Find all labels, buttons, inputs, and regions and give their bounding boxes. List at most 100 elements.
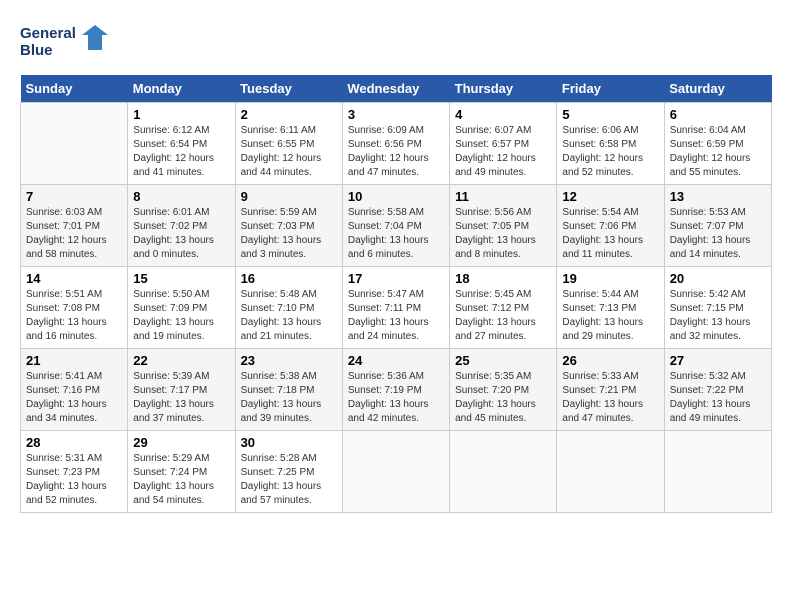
- day-info: Sunrise: 6:07 AMSunset: 6:57 PMDaylight:…: [455, 124, 551, 180]
- svg-text:Blue: Blue: [20, 42, 53, 59]
- day-number: 9: [241, 189, 337, 204]
- calendar-cell: 13 Sunrise: 5:53 AMSunset: 7:07 PMDaylig…: [664, 185, 771, 267]
- day-info: Sunrise: 6:09 AMSunset: 6:56 PMDaylight:…: [348, 124, 444, 180]
- day-number: 12: [562, 189, 658, 204]
- day-number: 7: [26, 189, 122, 204]
- day-number: 6: [670, 107, 766, 122]
- day-info: Sunrise: 5:53 AMSunset: 7:07 PMDaylight:…: [670, 206, 766, 262]
- day-number: 10: [348, 189, 444, 204]
- calendar-cell: [557, 431, 664, 513]
- calendar-cell: 4 Sunrise: 6:07 AMSunset: 6:57 PMDayligh…: [450, 103, 557, 185]
- day-number: 25: [455, 353, 551, 368]
- day-number: 16: [241, 271, 337, 286]
- day-info: Sunrise: 5:31 AMSunset: 7:23 PMDaylight:…: [26, 452, 122, 508]
- calendar-cell: 21 Sunrise: 5:41 AMSunset: 7:16 PMDaylig…: [21, 349, 128, 431]
- calendar-cell: 7 Sunrise: 6:03 AMSunset: 7:01 PMDayligh…: [21, 185, 128, 267]
- day-number: 29: [133, 435, 229, 450]
- day-info: Sunrise: 5:38 AMSunset: 7:18 PMDaylight:…: [241, 370, 337, 426]
- calendar-cell: 19 Sunrise: 5:44 AMSunset: 7:13 PMDaylig…: [557, 267, 664, 349]
- day-number: 1: [133, 107, 229, 122]
- day-info: Sunrise: 5:33 AMSunset: 7:21 PMDaylight:…: [562, 370, 658, 426]
- day-number: 8: [133, 189, 229, 204]
- day-number: 4: [455, 107, 551, 122]
- calendar-cell: 2 Sunrise: 6:11 AMSunset: 6:55 PMDayligh…: [235, 103, 342, 185]
- calendar-cell: 10 Sunrise: 5:58 AMSunset: 7:04 PMDaylig…: [342, 185, 449, 267]
- calendar-cell: 14 Sunrise: 5:51 AMSunset: 7:08 PMDaylig…: [21, 267, 128, 349]
- header-day: Thursday: [450, 75, 557, 103]
- calendar-cell: [342, 431, 449, 513]
- day-info: Sunrise: 5:42 AMSunset: 7:15 PMDaylight:…: [670, 288, 766, 344]
- day-info: Sunrise: 6:01 AMSunset: 7:02 PMDaylight:…: [133, 206, 229, 262]
- day-info: Sunrise: 6:11 AMSunset: 6:55 PMDaylight:…: [241, 124, 337, 180]
- calendar-cell: 17 Sunrise: 5:47 AMSunset: 7:11 PMDaylig…: [342, 267, 449, 349]
- calendar-cell: 3 Sunrise: 6:09 AMSunset: 6:56 PMDayligh…: [342, 103, 449, 185]
- logo: General Blue: [20, 20, 110, 65]
- calendar-week-row: 21 Sunrise: 5:41 AMSunset: 7:16 PMDaylig…: [21, 349, 772, 431]
- calendar-cell: 9 Sunrise: 5:59 AMSunset: 7:03 PMDayligh…: [235, 185, 342, 267]
- calendar-cell: 23 Sunrise: 5:38 AMSunset: 7:18 PMDaylig…: [235, 349, 342, 431]
- day-info: Sunrise: 5:39 AMSunset: 7:17 PMDaylight:…: [133, 370, 229, 426]
- calendar-cell: 5 Sunrise: 6:06 AMSunset: 6:58 PMDayligh…: [557, 103, 664, 185]
- day-number: 28: [26, 435, 122, 450]
- page-header: General Blue: [20, 20, 772, 65]
- calendar-cell: 1 Sunrise: 6:12 AMSunset: 6:54 PMDayligh…: [128, 103, 235, 185]
- calendar-cell: [450, 431, 557, 513]
- calendar-cell: 28 Sunrise: 5:31 AMSunset: 7:23 PMDaylig…: [21, 431, 128, 513]
- day-info: Sunrise: 5:32 AMSunset: 7:22 PMDaylight:…: [670, 370, 766, 426]
- day-info: Sunrise: 5:56 AMSunset: 7:05 PMDaylight:…: [455, 206, 551, 262]
- calendar-cell: [21, 103, 128, 185]
- day-info: Sunrise: 5:59 AMSunset: 7:03 PMDaylight:…: [241, 206, 337, 262]
- day-number: 13: [670, 189, 766, 204]
- day-info: Sunrise: 5:51 AMSunset: 7:08 PMDaylight:…: [26, 288, 122, 344]
- day-info: Sunrise: 6:06 AMSunset: 6:58 PMDaylight:…: [562, 124, 658, 180]
- calendar-week-row: 28 Sunrise: 5:31 AMSunset: 7:23 PMDaylig…: [21, 431, 772, 513]
- svg-text:General: General: [20, 25, 76, 42]
- day-number: 23: [241, 353, 337, 368]
- day-info: Sunrise: 5:54 AMSunset: 7:06 PMDaylight:…: [562, 206, 658, 262]
- day-number: 18: [455, 271, 551, 286]
- calendar-cell: 15 Sunrise: 5:50 AMSunset: 7:09 PMDaylig…: [128, 267, 235, 349]
- header-day: Wednesday: [342, 75, 449, 103]
- day-number: 24: [348, 353, 444, 368]
- day-number: 27: [670, 353, 766, 368]
- day-info: Sunrise: 5:29 AMSunset: 7:24 PMDaylight:…: [133, 452, 229, 508]
- day-info: Sunrise: 6:03 AMSunset: 7:01 PMDaylight:…: [26, 206, 122, 262]
- day-info: Sunrise: 5:41 AMSunset: 7:16 PMDaylight:…: [26, 370, 122, 426]
- day-info: Sunrise: 5:47 AMSunset: 7:11 PMDaylight:…: [348, 288, 444, 344]
- day-info: Sunrise: 5:58 AMSunset: 7:04 PMDaylight:…: [348, 206, 444, 262]
- day-number: 3: [348, 107, 444, 122]
- day-number: 30: [241, 435, 337, 450]
- day-number: 15: [133, 271, 229, 286]
- calendar-cell: 30 Sunrise: 5:28 AMSunset: 7:25 PMDaylig…: [235, 431, 342, 513]
- day-number: 17: [348, 271, 444, 286]
- day-info: Sunrise: 5:45 AMSunset: 7:12 PMDaylight:…: [455, 288, 551, 344]
- calendar-cell: 25 Sunrise: 5:35 AMSunset: 7:20 PMDaylig…: [450, 349, 557, 431]
- day-number: 21: [26, 353, 122, 368]
- calendar-cell: 20 Sunrise: 5:42 AMSunset: 7:15 PMDaylig…: [664, 267, 771, 349]
- day-info: Sunrise: 5:48 AMSunset: 7:10 PMDaylight:…: [241, 288, 337, 344]
- calendar-week-row: 7 Sunrise: 6:03 AMSunset: 7:01 PMDayligh…: [21, 185, 772, 267]
- day-info: Sunrise: 6:04 AMSunset: 6:59 PMDaylight:…: [670, 124, 766, 180]
- header-day: Saturday: [664, 75, 771, 103]
- calendar-cell: 29 Sunrise: 5:29 AMSunset: 7:24 PMDaylig…: [128, 431, 235, 513]
- calendar-cell: 6 Sunrise: 6:04 AMSunset: 6:59 PMDayligh…: [664, 103, 771, 185]
- day-info: Sunrise: 5:35 AMSunset: 7:20 PMDaylight:…: [455, 370, 551, 426]
- day-info: Sunrise: 5:36 AMSunset: 7:19 PMDaylight:…: [348, 370, 444, 426]
- header-day: Tuesday: [235, 75, 342, 103]
- calendar-week-row: 1 Sunrise: 6:12 AMSunset: 6:54 PMDayligh…: [21, 103, 772, 185]
- calendar-cell: 11 Sunrise: 5:56 AMSunset: 7:05 PMDaylig…: [450, 185, 557, 267]
- calendar-cell: 12 Sunrise: 5:54 AMSunset: 7:06 PMDaylig…: [557, 185, 664, 267]
- day-info: Sunrise: 5:44 AMSunset: 7:13 PMDaylight:…: [562, 288, 658, 344]
- day-info: Sunrise: 5:50 AMSunset: 7:09 PMDaylight:…: [133, 288, 229, 344]
- day-info: Sunrise: 6:12 AMSunset: 6:54 PMDaylight:…: [133, 124, 229, 180]
- calendar-table: SundayMondayTuesdayWednesdayThursdayFrid…: [20, 75, 772, 513]
- header-day: Sunday: [21, 75, 128, 103]
- header-day: Monday: [128, 75, 235, 103]
- day-number: 22: [133, 353, 229, 368]
- day-number: 19: [562, 271, 658, 286]
- day-info: Sunrise: 5:28 AMSunset: 7:25 PMDaylight:…: [241, 452, 337, 508]
- calendar-week-row: 14 Sunrise: 5:51 AMSunset: 7:08 PMDaylig…: [21, 267, 772, 349]
- day-number: 11: [455, 189, 551, 204]
- day-number: 26: [562, 353, 658, 368]
- calendar-cell: 27 Sunrise: 5:32 AMSunset: 7:22 PMDaylig…: [664, 349, 771, 431]
